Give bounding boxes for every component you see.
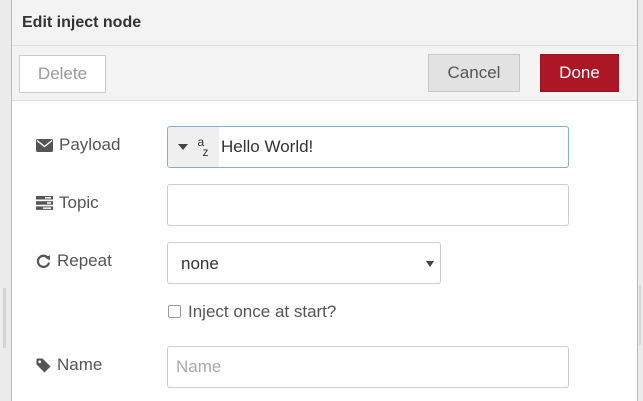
inject-once-checkbox[interactable] — [168, 305, 181, 318]
tasks-icon — [36, 196, 53, 210]
edit-dialog: Edit inject node Delete Cancel Done Payl… — [11, 0, 638, 401]
name-input[interactable] — [167, 346, 569, 388]
payload-label-row: Payload — [36, 135, 120, 155]
repeat-select[interactable]: none — [167, 242, 441, 284]
repeat-label: Repeat — [57, 251, 112, 270]
payload-input[interactable]: az Hello World! — [167, 126, 569, 168]
caret-down-icon — [177, 144, 188, 150]
repeat-selected-value: none — [181, 254, 219, 273]
repeat-icon — [36, 254, 51, 268]
inject-once-label[interactable]: Inject once at start? — [188, 302, 336, 322]
payload-value[interactable]: Hello World! — [219, 137, 313, 157]
delete-button[interactable]: Delete — [19, 55, 106, 93]
done-button[interactable]: Done — [540, 54, 619, 92]
cancel-button[interactable]: Cancel — [428, 54, 520, 92]
dialog-title: Edit inject node — [22, 14, 142, 31]
topic-input[interactable] — [167, 184, 569, 226]
name-label: Name — [57, 355, 103, 374]
envelope-icon — [36, 138, 53, 152]
dialog-toolbar: Delete Cancel Done — [12, 46, 637, 101]
tag-icon — [36, 358, 51, 372]
repeat-label-row: Repeat — [36, 251, 112, 271]
topic-label-row: Topic — [36, 193, 99, 213]
left-resize-handle[interactable] — [3, 288, 6, 348]
name-label-row: Name — [36, 355, 102, 375]
right-scrollbar[interactable] — [639, 285, 641, 345]
payload-label: Payload — [59, 135, 121, 154]
topic-label: Topic — [59, 193, 99, 212]
payload-type-selector[interactable]: az — [168, 127, 219, 167]
dropdown-arrow-icon — [426, 261, 434, 267]
dialog-header: Edit inject node — [12, 0, 637, 46]
az-string-icon: az — [197, 135, 209, 159]
